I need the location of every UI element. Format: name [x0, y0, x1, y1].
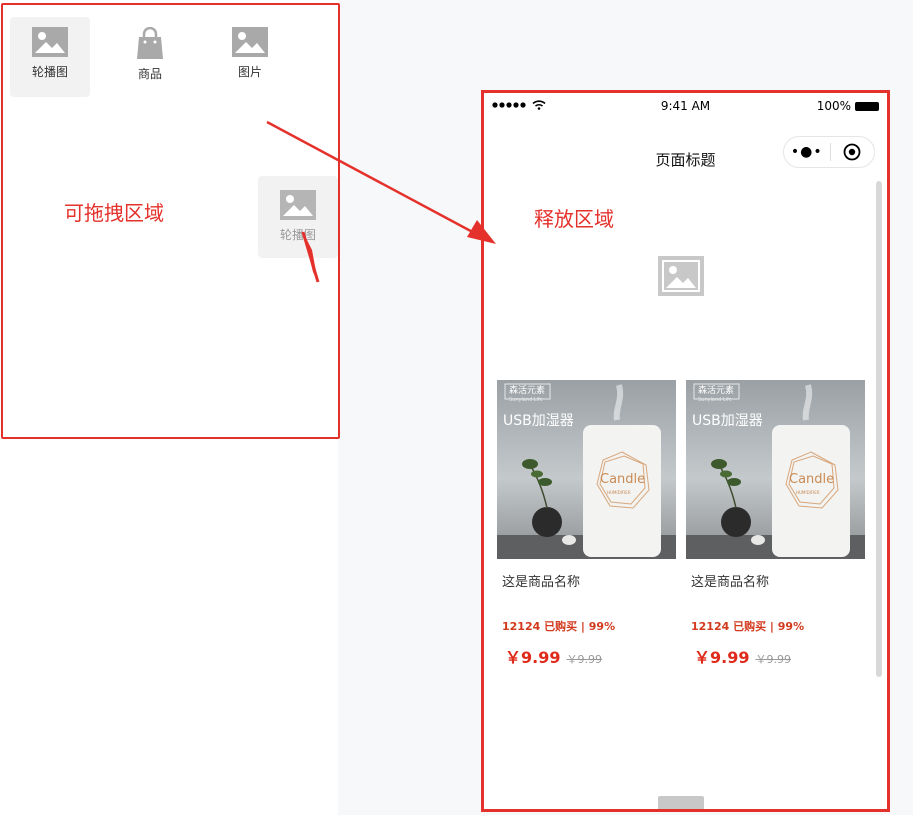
drag-arrow-line: [266, 120, 481, 238]
drag-arrow-head: [467, 220, 496, 244]
cursor-arrow-line: [301, 231, 320, 283]
annotation-arrows: [266, 120, 496, 283]
